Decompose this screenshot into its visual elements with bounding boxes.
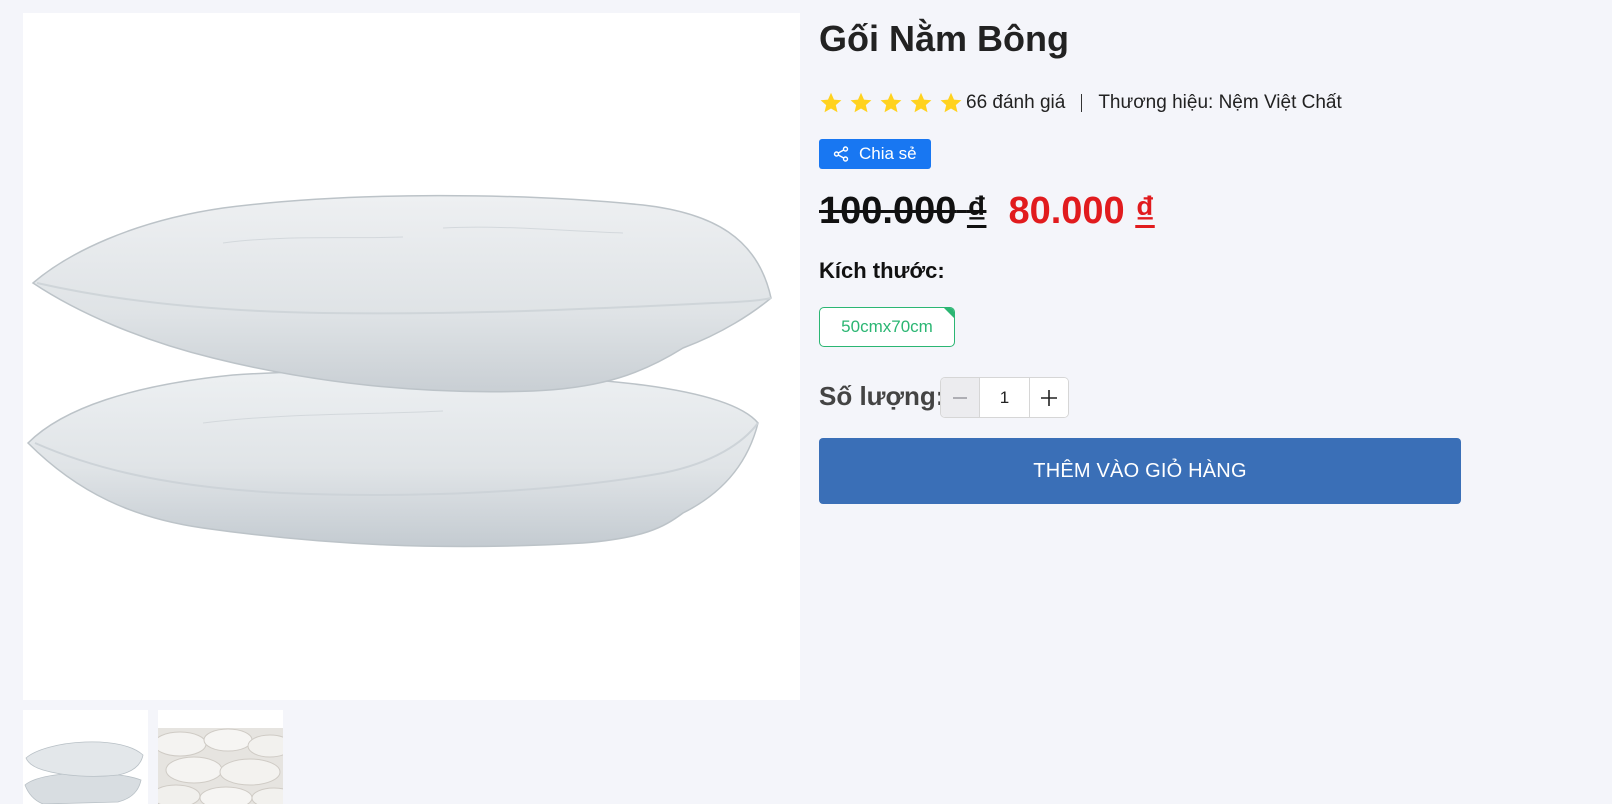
pillow-thumbnail-image xyxy=(23,710,148,804)
star-icon xyxy=(880,92,902,113)
star-icon xyxy=(850,92,872,113)
decrease-quantity-button[interactable] xyxy=(941,378,980,417)
product-page: Gối Nằm Bông 66 đánh giá Thương hiệu: Nệ… xyxy=(0,0,1612,804)
share-label: Chia sẻ xyxy=(859,144,917,163)
quantity-stepper xyxy=(940,377,1069,418)
sale-price-value: 80.000 xyxy=(1008,190,1125,232)
increase-quantity-button[interactable] xyxy=(1029,378,1068,417)
sale-price-currency: ₫ xyxy=(1135,190,1155,232)
size-option-label: 50cmx70cm xyxy=(841,317,933,336)
old-price: 100.000 ₫ xyxy=(819,190,986,233)
plus-icon xyxy=(1041,389,1057,406)
main-product-image[interactable] xyxy=(23,13,800,700)
price-block: 100.000 ₫ 80.000 ₫ xyxy=(819,190,1155,233)
thumbnail-pillows-pile[interactable] xyxy=(158,710,283,804)
add-to-cart-label: THÊM VÀO GIỎ HÀNG xyxy=(1033,459,1247,482)
star-rating xyxy=(819,91,963,115)
review-count[interactable]: 66 đánh giá xyxy=(966,92,1065,114)
divider xyxy=(1081,94,1083,112)
sale-price: 80.000 ₫ xyxy=(1008,190,1154,233)
size-label: Kích thước: xyxy=(819,258,945,283)
size-option-50x70[interactable]: 50cmx70cm xyxy=(819,307,955,347)
selected-corner-marker xyxy=(944,308,954,318)
thumbnail-pillow-stack[interactable] xyxy=(23,710,148,804)
brand-label: Thương hiệu: Nệm Việt Chất xyxy=(1098,92,1342,113)
share-icon xyxy=(833,146,849,162)
pillows-pile-thumbnail-image xyxy=(158,710,283,804)
star-icon xyxy=(910,92,932,113)
minus-icon xyxy=(953,396,967,399)
thumbnail-strip xyxy=(23,710,283,804)
pillow-image xyxy=(26,194,772,548)
rating-row: 66 đánh giá Thương hiệu: Nệm Việt Chất xyxy=(819,91,1342,115)
product-title: Gối Nằm Bông xyxy=(819,18,1069,59)
quantity-label: Số lượng: xyxy=(819,381,945,411)
old-price-currency: ₫ xyxy=(966,190,987,232)
old-price-value: 100.000 xyxy=(819,190,957,232)
share-button[interactable]: Chia sẻ xyxy=(819,139,931,169)
star-icon xyxy=(940,92,962,113)
quantity-input[interactable] xyxy=(980,378,1029,417)
star-icon xyxy=(820,92,842,113)
add-to-cart-button[interactable]: THÊM VÀO GIỎ HÀNG xyxy=(819,438,1461,504)
